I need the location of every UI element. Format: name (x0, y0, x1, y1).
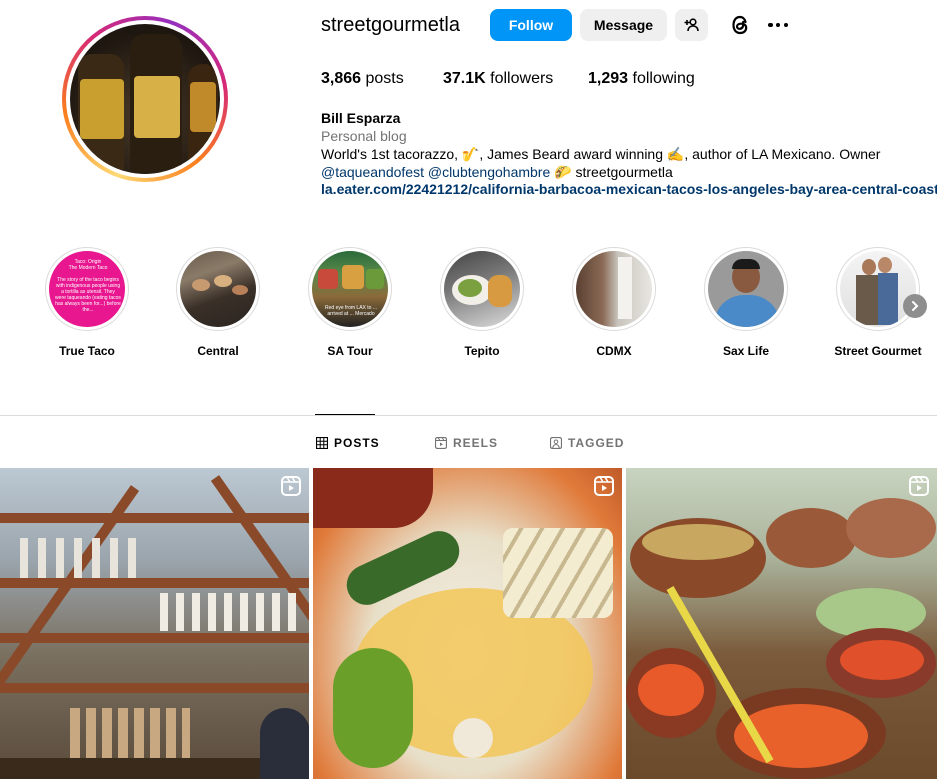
reels-icon (435, 437, 447, 449)
followers-count[interactable]: 37.1K followers (443, 70, 553, 88)
saxophone-emoji: 🎷 (461, 146, 480, 162)
reel-badge-icon (594, 476, 614, 496)
post-thumbnail[interactable] (0, 468, 309, 779)
profile-full-name: Bill Esparza (321, 110, 401, 126)
highlight-street-gourmet[interactable]: Street Gourmet (834, 247, 922, 358)
bio-line-1: World's 1st tacorazzo, 🎷, James Beard aw… (321, 146, 881, 162)
highlight-tepito[interactable]: Tepito (440, 247, 524, 358)
posts-count: 3,866 posts (321, 70, 404, 87)
reel-badge-icon (909, 476, 929, 496)
person-add-icon (684, 18, 699, 32)
writing-hand-emoji: ✍️ (666, 146, 685, 162)
highlight-sax-life[interactable]: Sax Life (704, 247, 788, 358)
suggest-accounts-button[interactable] (675, 9, 708, 41)
highlight-true-taco[interactable]: Taco: Origin The Modern Taco The story o… (45, 247, 129, 358)
message-button[interactable]: Message (580, 9, 667, 41)
follow-button[interactable]: Follow (490, 9, 572, 41)
taco-emoji: 🌮 (554, 164, 572, 180)
post-thumbnail[interactable] (313, 468, 622, 779)
tab-tagged[interactable]: TAGGED (550, 436, 624, 450)
highlight-central[interactable]: Central (176, 247, 260, 358)
tab-posts[interactable]: POSTS (316, 436, 380, 450)
highlight-sa-tour[interactable]: Red eye from LAX to ... arrived at ... M… (308, 247, 392, 358)
threads-icon[interactable] (727, 12, 753, 38)
tagged-icon (550, 437, 562, 449)
profile-category: Personal blog (321, 128, 407, 144)
profile-username: streetgourmetla (321, 14, 460, 36)
more-options-icon[interactable] (765, 14, 791, 36)
tab-reels[interactable]: REELS (435, 436, 498, 450)
active-tab-indicator (315, 414, 375, 415)
mention-clubtengohambre[interactable]: @clubtengohambre (428, 164, 550, 180)
bio-line-2: @taqueandofest @clubtengohambre 🌮 street… (321, 164, 673, 180)
post-thumbnail[interactable] (626, 468, 937, 779)
highlight-cdmx[interactable]: CDMX (572, 247, 656, 358)
reel-badge-icon (281, 476, 301, 496)
grid-icon (316, 437, 328, 449)
mention-taqueandofest[interactable]: @taqueandofest (321, 164, 424, 180)
tabs-divider (0, 415, 937, 416)
following-count[interactable]: 1,293 following (588, 70, 695, 88)
profile-external-link[interactable]: la.eater.com/22421212/california-barbaco… (321, 181, 937, 197)
highlights-next-button[interactable] (903, 294, 927, 318)
profile-avatar[interactable] (62, 16, 228, 182)
avatar-image (70, 24, 220, 174)
chevron-right-icon (912, 301, 919, 311)
